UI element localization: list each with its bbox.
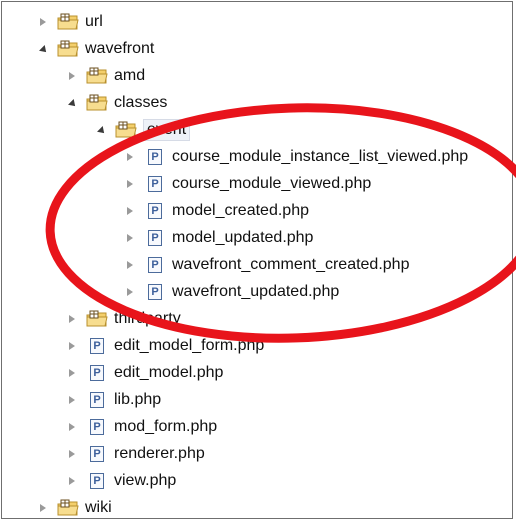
expand-closed-icon[interactable] [64, 338, 80, 354]
tree-item-label: url [85, 13, 103, 30]
tree-item-label: lib.php [114, 391, 162, 408]
tree-file-item[interactable]: Pmodel_updated.php [122, 224, 313, 251]
php-file-icon: P [86, 472, 108, 490]
tree-item-label: view.php [114, 472, 177, 489]
tree-item-label: course_module_viewed.php [172, 175, 372, 192]
php-file-icon: P [144, 229, 166, 247]
expand-closed-icon[interactable] [122, 257, 138, 273]
tree-item-label: model_created.php [172, 202, 309, 219]
tree-file-item[interactable]: Pcourse_module_viewed.php [122, 170, 371, 197]
tree-item-label: amd [114, 67, 146, 84]
package-folder-icon [115, 121, 137, 139]
expand-closed-icon[interactable] [64, 311, 80, 327]
tree-item-label: thirdparty [114, 310, 181, 327]
expand-closed-icon[interactable] [64, 365, 80, 381]
package-folder-icon [86, 310, 108, 328]
tree-file-item[interactable]: Pedit_model_form.php [64, 332, 264, 359]
tree-item-label: wavefront [85, 40, 155, 57]
tree-file-item[interactable]: Pedit_model.php [64, 359, 223, 386]
expand-closed-icon[interactable] [64, 446, 80, 462]
tree-item-label: event [143, 118, 191, 141]
tree-folder-item[interactable]: wiki [35, 494, 112, 521]
php-file-icon: P [144, 148, 166, 166]
tree-file-item[interactable]: Pcourse_module_instance_list_viewed.php [122, 143, 468, 170]
tree-file-item[interactable]: Pmodel_created.php [122, 197, 309, 224]
php-file-icon: P [144, 202, 166, 220]
tree-folder-item[interactable]: thirdparty [64, 305, 181, 332]
php-file-icon: P [86, 364, 108, 382]
package-folder-icon [57, 499, 79, 517]
expand-open-icon[interactable] [93, 122, 109, 138]
php-file-icon: P [144, 175, 166, 193]
php-file-icon: P [86, 445, 108, 463]
php-file-icon: P [144, 283, 166, 301]
tree-file-item[interactable]: Pwavefront_updated.php [122, 278, 339, 305]
tree-folder-item[interactable]: wavefront [35, 35, 154, 62]
expand-closed-icon[interactable] [64, 68, 80, 84]
expand-open-icon[interactable] [35, 41, 51, 57]
tree-item-label: classes [114, 94, 168, 111]
tree-folder-item[interactable]: amd [64, 62, 145, 89]
tree-item-label: renderer.php [114, 445, 205, 462]
tree-item-label: course_module_instance_list_viewed.php [172, 148, 469, 165]
tree-item-label: edit_model.php [114, 364, 224, 381]
expand-closed-icon[interactable] [64, 473, 80, 489]
tree-item-label: wiki [85, 499, 112, 516]
php-file-icon: P [86, 391, 108, 409]
expand-closed-icon[interactable] [122, 230, 138, 246]
tree-item-label: wavefront_updated.php [172, 283, 340, 300]
expand-closed-icon[interactable] [122, 284, 138, 300]
tree-folder-item[interactable]: event [93, 116, 191, 143]
package-folder-icon [57, 13, 79, 31]
expand-closed-icon[interactable] [122, 149, 138, 165]
tree-folder-item[interactable]: url [35, 8, 103, 35]
tree-file-item[interactable]: Prenderer.php [64, 440, 205, 467]
tree-item-label: mod_form.php [114, 418, 218, 435]
expand-open-icon[interactable] [64, 95, 80, 111]
tree-file-item[interactable]: Pwavefront_comment_created.php [122, 251, 409, 278]
package-folder-icon [86, 94, 108, 112]
expand-closed-icon[interactable] [122, 203, 138, 219]
expand-closed-icon[interactable] [64, 392, 80, 408]
tree-file-item[interactable]: Pview.php [64, 467, 176, 494]
tree-item-label: wavefront_comment_created.php [172, 256, 410, 273]
expand-closed-icon[interactable] [64, 419, 80, 435]
tree-item-label: edit_model_form.php [114, 337, 265, 354]
php-file-icon: P [144, 256, 166, 274]
tree-folder-item[interactable]: classes [64, 89, 167, 116]
php-file-icon: P [86, 418, 108, 436]
tree-file-item[interactable]: Plib.php [64, 386, 161, 413]
expand-closed-icon[interactable] [35, 14, 51, 30]
package-folder-icon [86, 67, 108, 85]
package-folder-icon [57, 40, 79, 58]
expand-closed-icon[interactable] [35, 500, 51, 516]
tree-file-item[interactable]: Pmod_form.php [64, 413, 217, 440]
expand-closed-icon[interactable] [122, 176, 138, 192]
tree-item-label: model_updated.php [172, 229, 314, 246]
php-file-icon: P [86, 337, 108, 355]
